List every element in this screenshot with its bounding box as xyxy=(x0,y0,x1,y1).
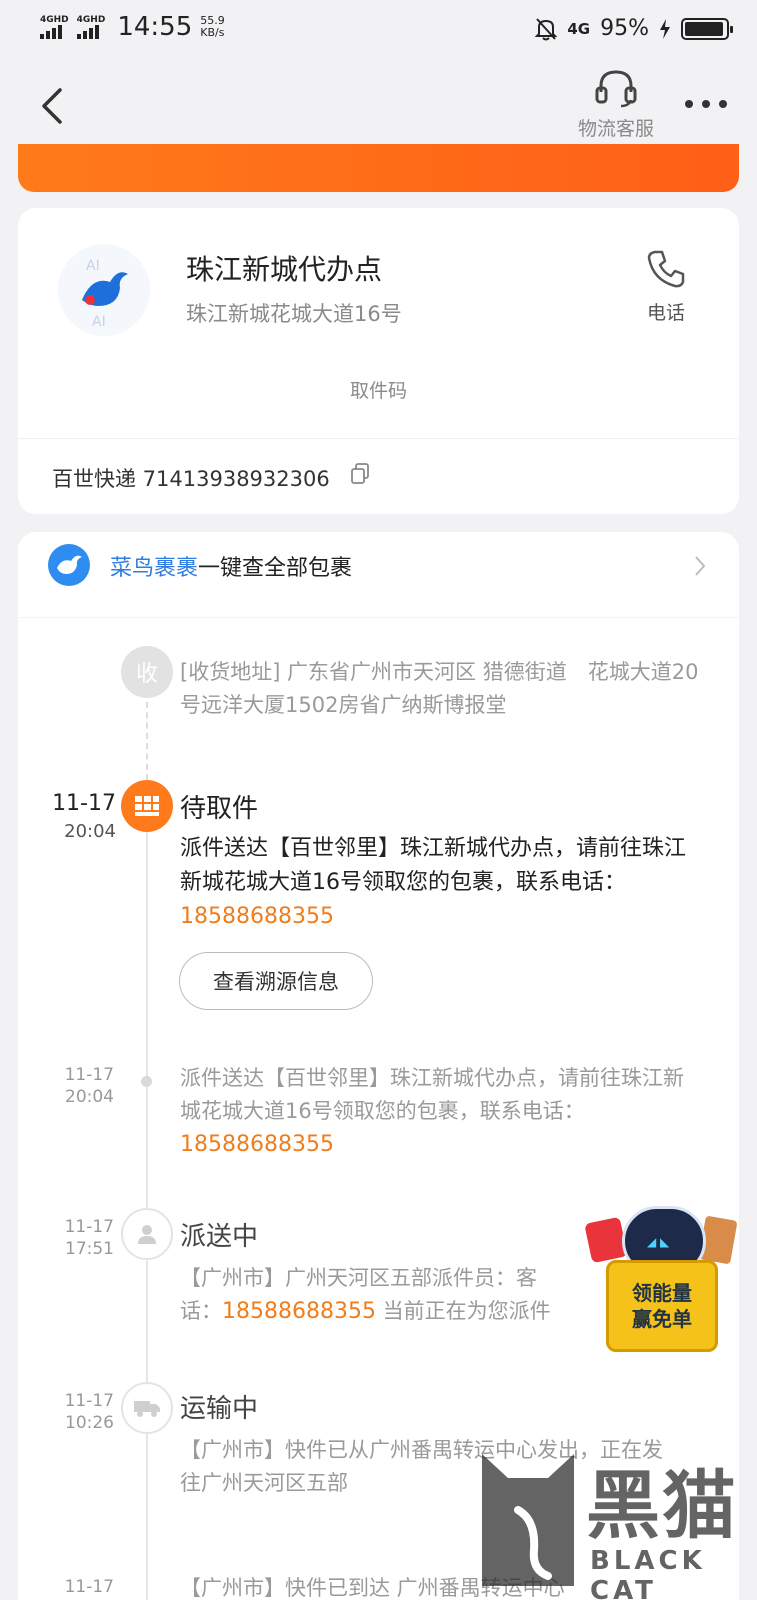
back-arrow-icon[interactable] xyxy=(38,86,68,126)
status-right: 4G 95% xyxy=(535,16,733,41)
battery-percent: 95% xyxy=(600,16,649,41)
signal-2-label: 4GHD xyxy=(76,15,106,25)
status-time: 14:55 xyxy=(117,12,193,42)
tracking-number: 百世快递 71413938932306 xyxy=(52,467,330,491)
truck-icon xyxy=(121,1382,173,1434)
awaiting-pickup-icon xyxy=(121,780,173,832)
event-2-phone[interactable]: 18588688355 xyxy=(222,1299,376,1324)
phone-icon xyxy=(647,250,685,288)
cainiao-promo-row[interactable]: 菜鸟裹裹一键查全部包裹 xyxy=(18,532,739,618)
event-0-title: 待取件 xyxy=(180,794,259,824)
black-cat-logo-icon xyxy=(482,1454,574,1586)
event-0-date: 11-17 xyxy=(52,791,116,816)
event-2-text: 【广州市】广州天河区五部派件员：客 话：18588688355 当前正在为您派件 xyxy=(180,1262,600,1328)
event-3-datetime: 11-17 10:26 xyxy=(28,1390,114,1434)
promo-line1: 领能量 xyxy=(632,1281,692,1305)
logistics-service-label: 物流客服 xyxy=(577,118,654,140)
net-type: 4G xyxy=(567,19,591,38)
phone-label: 电话 xyxy=(646,302,685,324)
cainiao-brand: 菜鸟裹裹 xyxy=(110,556,199,581)
timeline-dashed-line xyxy=(146,702,148,780)
event-2-title: 派送中 xyxy=(180,1222,259,1252)
event-1-phone[interactable]: 18588688355 xyxy=(180,1132,334,1157)
status-banner xyxy=(18,144,739,192)
cainiao-promo-text: 菜鸟裹裹一键查全部包裹 xyxy=(110,550,352,582)
event-1-date: 11-17 xyxy=(64,1065,114,1085)
cainiao-slogan: 一键查全部包裹 xyxy=(198,556,353,581)
tracking-number-row: 百世快递 71413938932306 xyxy=(18,438,739,514)
signal-2: 4GHD xyxy=(76,15,106,39)
event-1-desc: 派件送达【百世邻里】珠江新城代办点，请前往珠江新城花城大道16号领取您的包裹，联… xyxy=(180,1066,684,1123)
signal-1-bars-icon xyxy=(40,25,62,39)
signal-2-bars-icon xyxy=(76,25,99,39)
more-menu-icon[interactable] xyxy=(685,100,727,108)
battery-fill xyxy=(685,21,723,36)
event-0-time: 20:04 xyxy=(64,821,116,842)
status-bar: 4GHD 4GHD 14:55 55.9 KB/s 4G 95% xyxy=(0,0,757,60)
cainiao-logo-icon xyxy=(48,544,90,586)
watermark-en: BLACK CAT xyxy=(590,1546,706,1600)
receiver-node: 收 xyxy=(121,646,173,698)
headset-icon xyxy=(595,70,637,108)
station-logo: AI AI xyxy=(58,244,150,336)
event-1-text: 派件送达【百世邻里】珠江新城代办点，请前往珠江新城花城大道16号领取您的包裹，联… xyxy=(180,1062,700,1161)
event-1-time: 20:04 xyxy=(65,1087,114,1107)
signal-1: 4GHD xyxy=(40,15,69,39)
black-cat-watermark: 黑猫 BLACK CAT xyxy=(478,1440,748,1600)
signal-1-label: 4GHD xyxy=(40,15,69,25)
chevron-right-icon xyxy=(695,556,706,576)
energy-promo-widget[interactable]: ◢ ◣ 领能量 赢免单 xyxy=(584,1190,740,1360)
net-speed: 55.9 KB/s xyxy=(200,15,225,39)
event-0-desc: 派件送达【百世邻里】珠江新城代办点，请前往珠江新城花城大道16号领取您的包裹，联… xyxy=(180,836,687,895)
bird-logo-icon: AI AI xyxy=(82,258,128,330)
event-3-date: 11-17 xyxy=(64,1391,114,1411)
copy-icon[interactable] xyxy=(350,463,370,485)
event-2-line2-prefix: 话： xyxy=(180,1299,222,1323)
event-0-text: 派件送达【百世邻里】珠江新城代办点，请前往珠江新城花城大道16号领取您的包裹，联… xyxy=(180,832,700,934)
mute-bell-icon xyxy=(535,17,558,40)
svg-text:AI: AI xyxy=(86,258,100,274)
event-2-date: 11-17 xyxy=(64,1217,114,1237)
event-1-datetime: 11-17 20:04 xyxy=(28,1064,114,1108)
logistics-service-button[interactable]: 物流客服 xyxy=(566,68,666,141)
station-address: 珠江新城花城大道16号 xyxy=(186,302,402,326)
promo-line2: 赢免单 xyxy=(632,1307,692,1331)
charging-bolt-icon xyxy=(660,18,670,39)
event-0-phone[interactable]: 18588688355 xyxy=(180,904,334,929)
event-4-date: 11-17 xyxy=(64,1577,114,1597)
event-2-datetime: 11-17 17:51 xyxy=(28,1216,114,1260)
event-0-datetime: 11-17 20:04 xyxy=(28,790,116,846)
event-3-title: 运输中 xyxy=(180,1394,259,1424)
event-2-line1: 【广州市】广州天河区五部派件员：客 xyxy=(180,1266,537,1290)
pickup-station-card: AI AI 珠江新城代办点 珠江新城花城大道16号 电话 取件码 百世快递 71… xyxy=(18,208,739,514)
courier-person-icon xyxy=(121,1208,173,1260)
station-name: 珠江新城代办点 xyxy=(186,253,383,286)
event-2-line2-suffix: 当前正在为您派件 xyxy=(375,1299,551,1323)
pickup-code-label: 取件码 xyxy=(349,380,407,402)
receiver-node-label: 收 xyxy=(135,662,158,687)
nav-bar: 物流客服 xyxy=(0,60,757,150)
svg-text:AI: AI xyxy=(92,314,106,330)
event-1-dot xyxy=(141,1076,152,1087)
battery-icon xyxy=(681,17,733,40)
event-2-time: 17:51 xyxy=(65,1239,114,1259)
view-trace-info-button[interactable]: 查看溯源信息 xyxy=(179,952,373,1010)
status-left: 4GHD 4GHD 14:55 55.9 KB/s xyxy=(40,12,225,42)
watermark-cn: 黑猫 xyxy=(586,1463,738,1549)
call-station-button[interactable]: 电话 xyxy=(636,248,696,325)
receiver-address: [收货地址] 广东省广州市天河区 猎德街道 花城大道20号远洋大厦1502房省广… xyxy=(180,660,699,717)
promo-label-box: 领能量 赢免单 xyxy=(606,1260,718,1352)
net-speed-unit: KB/s xyxy=(200,26,225,39)
event-3-time: 10:26 xyxy=(65,1413,114,1433)
